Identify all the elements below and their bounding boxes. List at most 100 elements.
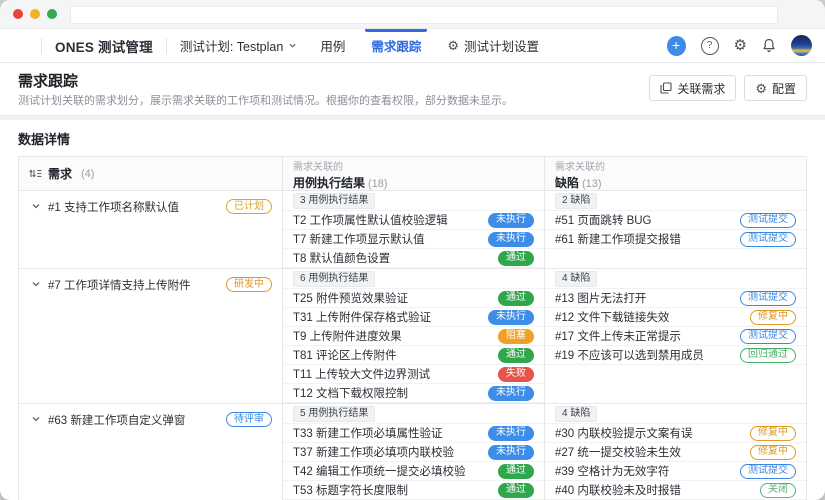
test-plan-label: 测试计划: Testplan <box>180 36 284 55</box>
item-title[interactable]: T42 编辑工作项统一提交必填校验 <box>293 463 466 479</box>
page-subtitle: 测试计划关联的需求划分，展示需求关联的工作项和测试情况。根据你的查看权限，部分数… <box>18 95 513 108</box>
case-results-cell: 3 用例执行结果T2 工作项属性默认值校验逻辑未执行T7 新建工作项显示默认值未… <box>282 191 544 268</box>
item-title[interactable]: T37 新建工作项必填项内联校验 <box>293 444 454 460</box>
status-badge: 回归通过 <box>740 348 796 363</box>
expand-toggle[interactable] <box>31 198 41 216</box>
gear-icon: ⚙ <box>447 39 459 52</box>
column-subtitle: 需求关联的 <box>555 162 796 174</box>
tab-requirement-tracking[interactable]: 需求跟踪 <box>358 29 434 62</box>
user-avatar[interactable] <box>791 35 812 56</box>
status-badge: 通过 <box>498 291 534 306</box>
item-title[interactable]: #27 统一提交校验未生效 <box>555 444 681 460</box>
requirement-title[interactable]: #7 工作项详情支持上传附件 <box>48 277 219 293</box>
status-badge: 未执行 <box>488 445 534 460</box>
list-item: #30 内联校验提示文案有误修复中 <box>545 424 806 443</box>
sub-table-header: 2 缺陷 <box>545 191 806 211</box>
expand-toggle[interactable] <box>31 411 41 429</box>
chevron-down-icon <box>31 201 41 211</box>
create-button[interactable]: + <box>667 36 686 56</box>
status-badge: 通过 <box>498 483 534 498</box>
hamburger-menu-icon[interactable] <box>13 40 28 51</box>
config-button[interactable]: ⚙ 配置 <box>744 75 807 101</box>
item-title[interactable]: #51 页面跳转 BUG <box>555 212 652 228</box>
item-title[interactable]: T9 上传附件进度效果 <box>293 328 402 344</box>
column-count: (18) <box>368 178 388 190</box>
item-title[interactable]: #61 新建工作项提交报错 <box>555 231 681 247</box>
list-item: T25 附件预览效果验证 通过 <box>283 289 544 308</box>
item-title[interactable]: T25 附件预览效果验证 <box>293 290 408 306</box>
item-title[interactable]: #39 空格计为无效字符 <box>555 463 669 479</box>
test-plan-selector[interactable]: 测试计划: Testplan <box>180 36 298 55</box>
status-badge: 未执行 <box>488 386 534 401</box>
tab-plan-settings[interactable]: ⚙ 测试计划设置 <box>434 29 552 62</box>
list-item: T2 工作项属性默认值校验逻辑未执行 <box>283 211 544 230</box>
status-badge: 未执行 <box>488 232 534 247</box>
case-results-cell: 6 用例执行结果T25 附件预览效果验证通过T31 上传附件保存格式验证未执行T… <box>282 269 544 403</box>
notifications-bell-icon[interactable] <box>762 38 776 53</box>
status-badge: 测试提交 <box>740 329 796 344</box>
close-window-button[interactable] <box>13 9 23 19</box>
requirement-title[interactable]: #63 新建工作项自定义弹窗 <box>48 412 219 428</box>
item-title[interactable]: T33 新建工作项必填属性验证 <box>293 425 443 441</box>
item-title[interactable]: #17 文件上传未正常提示 <box>555 328 681 344</box>
list-item: T9 上传附件进度效果 阻塞 <box>283 327 544 346</box>
requirement-title[interactable]: #1 支持工作项名称默认值 <box>48 199 219 215</box>
table-body: #1 支持工作项名称默认值已计划3 用例执行结果T2 工作项属性默认值校验逻辑未… <box>19 191 806 500</box>
column-header-requirement[interactable]: 需求 (4) <box>19 157 282 190</box>
defects-cell: 4 缺陷 #30 内联校验提示文案有误修复中#27 统一提交校验未生效 修复中 #39… <box>544 404 806 500</box>
status-badge: 阻塞 <box>498 329 534 344</box>
link-requirement-button[interactable]: 关联需求 <box>649 75 736 101</box>
requirement-cell: #1 支持工作项名称默认值已计划 <box>19 191 282 268</box>
requirement-row: #7 工作项详情支持上传附件研发中 <box>31 274 272 295</box>
button-label: 配置 <box>772 80 796 97</box>
requirement-row: #1 支持工作项名称默认值已计划 <box>31 196 272 217</box>
list-item: T11 上传较大文件边界测试 失败 <box>283 365 544 384</box>
list-item: T12 文档下载权限控制 未执行 <box>283 384 544 403</box>
help-icon[interactable]: ? <box>701 37 719 55</box>
item-title[interactable]: T8 默认值颜色设置 <box>293 250 390 266</box>
status-badge: 关闭 <box>760 483 796 498</box>
item-title[interactable]: T12 文档下载权限控制 <box>293 385 408 401</box>
item-title[interactable]: #13 图片无法打开 <box>555 290 646 306</box>
item-title[interactable]: T2 工作项属性默认值校验逻辑 <box>293 212 448 228</box>
item-title[interactable]: #30 内联校验提示文案有误 <box>555 425 692 441</box>
status-badge: 修复中 <box>750 445 796 460</box>
item-title[interactable]: T11 上传较大文件边界测试 <box>293 366 430 382</box>
divider <box>41 38 42 54</box>
column-title: 缺陷 <box>555 176 579 190</box>
button-label: 关联需求 <box>677 80 725 97</box>
sub-table-header: 4 缺陷 <box>545 404 806 424</box>
address-bar[interactable] <box>70 6 778 24</box>
status-badge: 测试提交 <box>740 291 796 306</box>
chevron-down-icon <box>31 279 41 289</box>
divider <box>166 38 167 54</box>
column-count: (13) <box>582 178 602 190</box>
column-subtitle: 需求关联的 <box>293 162 534 174</box>
item-title[interactable]: #40 内联校验未及时报错 <box>555 482 681 498</box>
tab-cases[interactable]: 用例 <box>307 29 358 62</box>
settings-gear-icon[interactable]: ⚙ <box>734 38 747 53</box>
item-title[interactable]: T53 标题字符长度限制 <box>293 482 408 498</box>
chevron-down-icon <box>288 41 297 50</box>
status-badge: 失败 <box>498 367 534 382</box>
sub-table-header: 6 用例执行结果 <box>283 269 544 289</box>
section-divider <box>0 115 825 120</box>
status-badge: 未执行 <box>488 426 534 441</box>
item-title[interactable]: T7 新建工作项显示默认值 <box>293 231 425 247</box>
list-item: T7 新建工作项显示默认值 未执行 <box>283 230 544 249</box>
page-header: 需求跟踪 测试计划关联的需求划分，展示需求关联的工作项和测试情况。根据你的查看权… <box>0 63 825 115</box>
count-chip: 5 用例执行结果 <box>293 406 375 422</box>
list-item: #17 文件上传未正常提示 测试提交 <box>545 327 806 346</box>
item-title[interactable]: #12 文件下载链接失效 <box>555 309 669 325</box>
item-title[interactable]: #19 不应该可以选到禁用成员 <box>555 347 704 363</box>
count-chip: 4 缺陷 <box>555 406 597 422</box>
expand-toggle[interactable] <box>31 276 41 294</box>
zoom-window-button[interactable] <box>47 9 57 19</box>
list-item: T33 新建工作项必填属性验证 未执行 <box>283 424 544 443</box>
requirement-status-badge: 研发中 <box>226 277 272 292</box>
item-title[interactable]: T31 上传附件保存格式验证 <box>293 309 431 325</box>
column-header-case-results: 需求关联的 用例执行结果(18) <box>282 157 544 190</box>
minimize-window-button[interactable] <box>30 9 40 19</box>
status-badge: 测试提交 <box>740 213 796 228</box>
item-title[interactable]: T81 评论区上传附件 <box>293 347 397 363</box>
